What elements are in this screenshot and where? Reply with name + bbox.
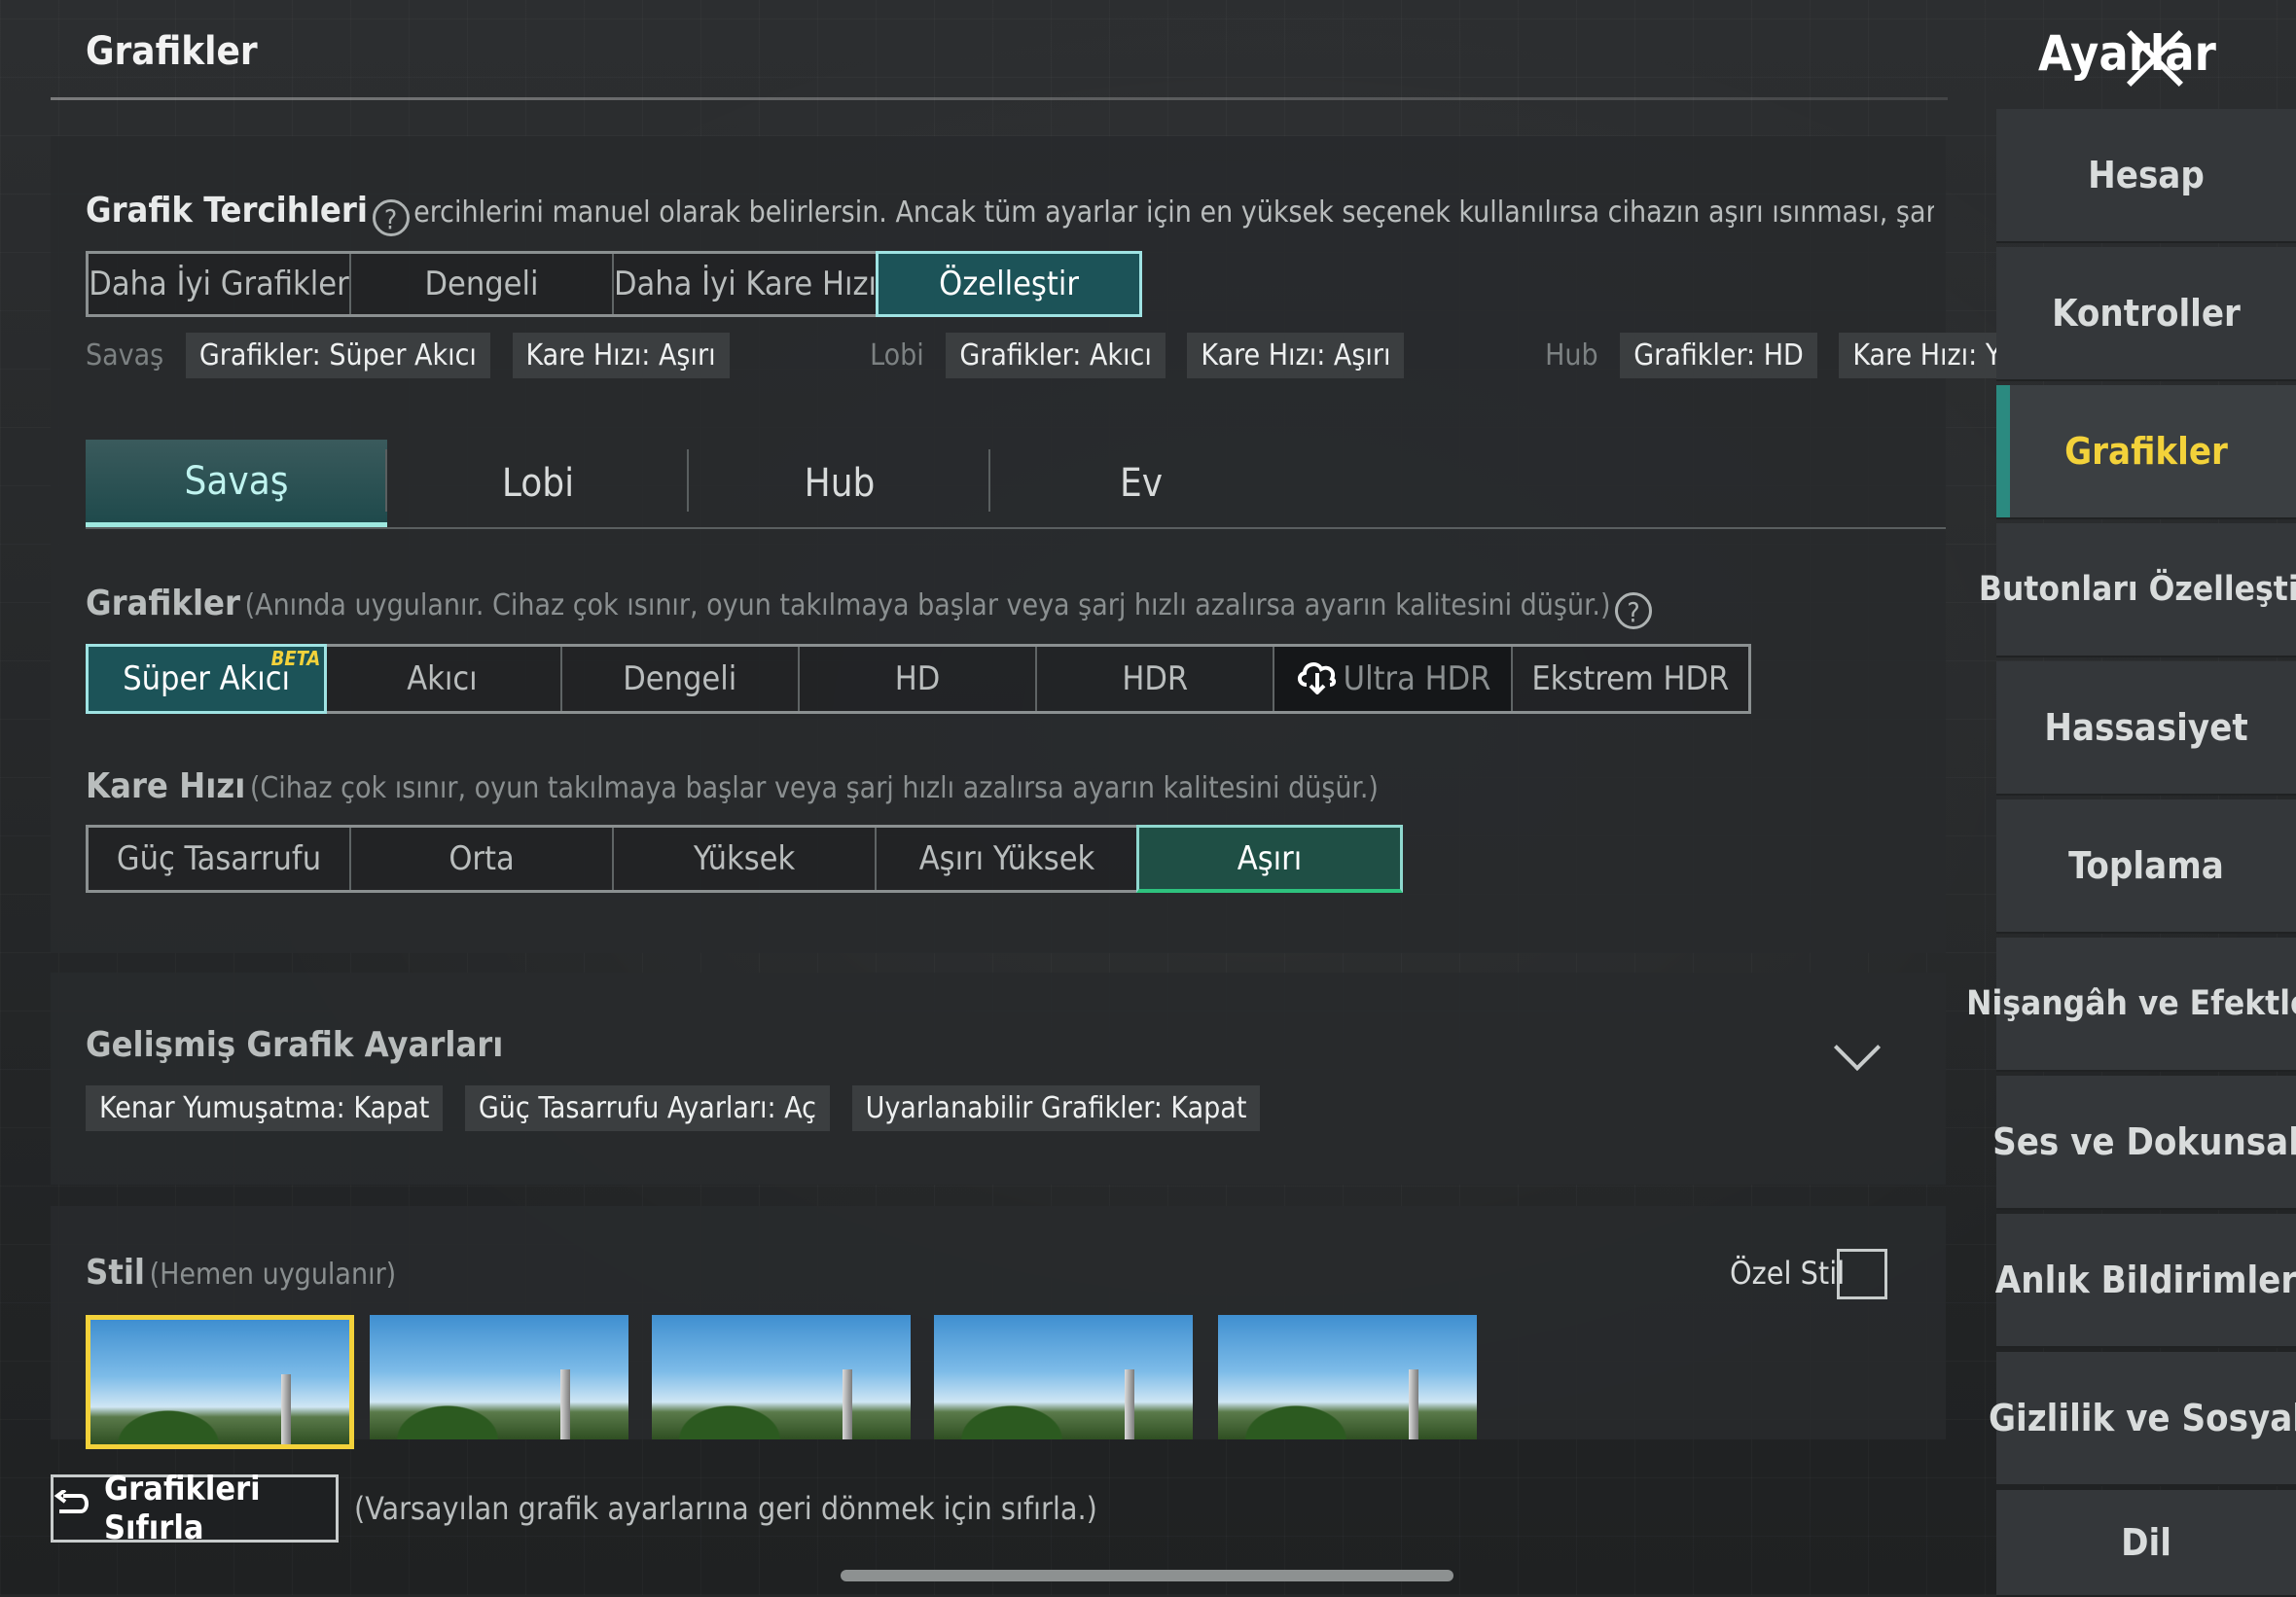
graphics-note: (Anında uygulanır. Cihaz çok ısınır, oyu… — [244, 588, 1611, 622]
horizontal-scrollbar[interactable] — [841, 1570, 1453, 1581]
preferences-selector: Daha İyi Grafikler Dengeli Daha İyi Kare… — [86, 251, 1142, 317]
sidebar-item-sound-haptics[interactable]: Ses ve Dokunsal — [1992, 1076, 2296, 1210]
framerate-option-extreme[interactable]: Aşırı — [1136, 825, 1403, 893]
graphics-option-ultra-hdr[interactable]: Ultra HDR — [1274, 647, 1513, 711]
preferences-summary: Savaş Grafikler: Süper Akıcı Kare Hızı: … — [86, 333, 2089, 378]
sidebar-item-privacy-social[interactable]: Gizlilik ve Sosyal — [1989, 1352, 2296, 1486]
custom-style-label: Özel Stil — [1730, 1255, 1846, 1292]
header-divider — [51, 97, 1948, 100]
help-icon[interactable]: ? — [372, 198, 410, 236]
preferences-label: Grafik Tercihleri — [86, 191, 368, 231]
advanced-chip: Güç Tasarrufu Ayarları: Aç — [464, 1085, 830, 1131]
framerate-option-high[interactable]: Yüksek — [614, 828, 877, 890]
style-label: Stil — [86, 1253, 145, 1293]
graphics-option-hd[interactable]: HD — [800, 647, 1038, 711]
graphics-option-extreme-hdr[interactable]: Ekstrem HDR — [1513, 647, 1748, 711]
pref-option-better-framerate[interactable]: Daha İyi Kare Hızı — [614, 254, 879, 314]
graphics-option-label: Süper Akıcı — [123, 659, 291, 698]
graphics-option-super-smooth[interactable]: Süper Akıcı BETA — [86, 644, 328, 714]
style-header: Stil (Hemen uygulanır) — [86, 1253, 396, 1293]
graphics-quality-selector: Süper Akıcı BETA Akıcı Dengeli HD HDR Ul… — [86, 644, 1751, 714]
pref-option-better-graphics[interactable]: Daha İyi Grafikler — [89, 254, 351, 314]
sidebar-item-customize-buttons[interactable]: Butonları Özelleştir — [1979, 523, 2296, 657]
graphics-option-hdr[interactable]: HDR — [1037, 647, 1275, 711]
reset-graphics-button[interactable]: Grafikleri Sıfırla — [51, 1470, 339, 1547]
style-thumbnail[interactable] — [370, 1315, 628, 1439]
framerate-note: (Cihaz çok ısınır, oyun takılmaya başlar… — [249, 771, 1379, 805]
framerate-label: Kare Hızı — [86, 766, 246, 806]
framerate-option-medium[interactable]: Orta — [351, 828, 614, 890]
cloud-download-icon — [1295, 656, 1340, 703]
page-title: Grafikler — [86, 29, 258, 74]
summary-label-lobby: Lobi — [870, 338, 924, 373]
graphics-option-label: Ultra HDR — [1343, 659, 1491, 698]
sidebar-item-pickup[interactable]: Toplama — [1996, 799, 2296, 934]
sidebar-item-notifications[interactable]: Anlık Bildirimler — [1995, 1214, 2296, 1348]
preferences-header: Grafik Tercihleri ? ercihlerini manuel o… — [86, 191, 1934, 236]
beta-badge: BETA — [270, 647, 321, 670]
settings-sidebar: Hesap Kontroller Grafikler Butonları Öze… — [1966, 109, 2296, 1597]
tab-home[interactable]: Ev — [990, 440, 1292, 527]
sidebar-item-graphics[interactable]: Grafikler — [1996, 385, 2296, 519]
summary-label-battle: Savaş — [86, 338, 164, 373]
tab-battle[interactable]: Savaş — [86, 440, 387, 527]
graphics-label: Grafikler — [86, 584, 240, 623]
tab-lobby[interactable]: Lobi — [387, 440, 689, 527]
summary-label-hub: Hub — [1545, 338, 1598, 373]
pref-option-balanced[interactable]: Dengeli — [351, 254, 614, 314]
style-note: (Hemen uygulanır) — [149, 1258, 397, 1292]
advanced-chip: Uyarlanabilir Grafikler: Kapat — [851, 1085, 1261, 1131]
reset-graphics-label: Grafikleri Sıfırla — [104, 1470, 261, 1547]
custom-style-checkbox[interactable] — [1837, 1249, 1887, 1299]
advanced-chip: Kenar Yumuşatma: Kapat — [86, 1085, 444, 1131]
reset-note: (Varsayılan grafik ayarlarına geri dönme… — [354, 1490, 1097, 1527]
summary-chip: Grafikler: Süper Akıcı — [185, 333, 490, 378]
advanced-panel[interactable] — [51, 973, 1946, 1185]
advanced-label: Gelişmiş Grafik Ayarları — [86, 1025, 504, 1065]
pref-option-customize[interactable]: Özelleştir — [876, 251, 1142, 317]
sidebar-item-account[interactable]: Hesap — [1996, 109, 2296, 243]
style-thumbnail[interactable] — [1218, 1315, 1477, 1439]
help-icon[interactable]: ? — [1615, 591, 1653, 629]
sidebar-item-crosshair-effects[interactable]: Nişangâh ve Efektler — [1966, 938, 2296, 1072]
summary-chip: Kare Hızı: Aşırı — [512, 333, 730, 378]
sidebar-item-sensitivity[interactable]: Hassasiyet — [1996, 661, 2296, 796]
preferences-description: ercihlerini manuel olarak belirlersin. A… — [413, 195, 1934, 230]
graphics-option-balanced[interactable]: Dengeli — [562, 647, 800, 711]
style-thumbnail[interactable] — [86, 1315, 354, 1449]
summary-chip: Grafikler: HD — [1620, 333, 1817, 378]
summary-chip: Kare Hızı: Aşırı — [1187, 333, 1405, 378]
framerate-header: Kare Hızı (Cihaz çok ısınır, oyun takılm… — [86, 766, 1934, 806]
graphics-header: Grafikler (Anında uygulanır. Cihaz çok ı… — [86, 584, 1934, 629]
sidebar-item-language[interactable]: Dil — [1996, 1490, 2296, 1597]
advanced-chips: Kenar Yumuşatma: Kapat Güç Tasarrufu Aya… — [86, 1085, 1277, 1131]
sidebar-item-controls[interactable]: Kontroller — [1996, 247, 2296, 381]
framerate-option-very-high[interactable]: Aşırı Yüksek — [877, 828, 1139, 890]
tab-hub[interactable]: Hub — [689, 440, 990, 527]
framerate-selector: Güç Tasarrufu Orta Yüksek Aşırı Yüksek A… — [86, 825, 1403, 893]
summary-chip: Grafikler: Akıcı — [946, 333, 1166, 378]
style-thumbnail[interactable] — [652, 1315, 911, 1439]
framerate-option-power-saving[interactable]: Güç Tasarrufu — [89, 828, 351, 890]
close-icon[interactable] — [2123, 27, 2185, 89]
mode-tabs: Savaş Lobi Hub Ev — [86, 440, 1946, 529]
graphics-option-smooth[interactable]: Akıcı — [324, 647, 562, 711]
style-thumbnail[interactable] — [934, 1315, 1193, 1439]
undo-icon — [54, 1488, 92, 1528]
